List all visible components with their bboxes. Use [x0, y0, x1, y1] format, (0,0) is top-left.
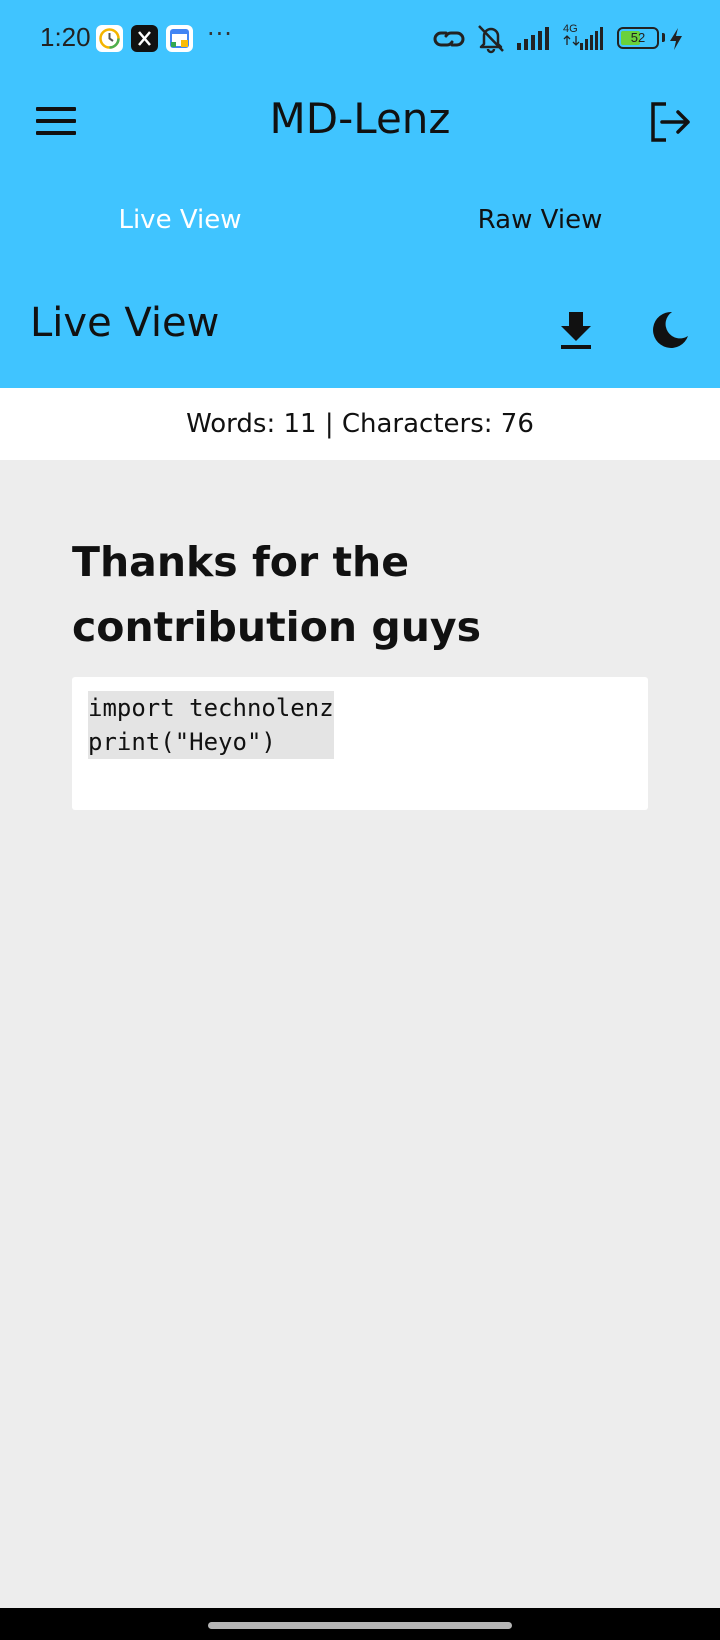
calendar-app-notification-icon — [166, 25, 193, 52]
x-app-notification-icon — [131, 25, 158, 52]
home-gesture-handle[interactable] — [208, 1622, 512, 1629]
battery-level: 52 — [630, 30, 646, 45]
markdown-heading: Thanks for the contribution guys — [72, 538, 482, 651]
signal-4g-icon: 4G — [563, 23, 603, 50]
code-line: print("Heyo") — [88, 728, 276, 756]
code-line: import technolenz — [88, 694, 334, 722]
download-icon[interactable] — [557, 310, 595, 350]
code-block: import technolenz print("Heyo") — [72, 677, 648, 810]
battery-icon: 52 — [617, 27, 665, 49]
tab-live-view[interactable]: Live View — [0, 205, 360, 235]
link-icon — [433, 31, 465, 47]
code-text: import technolenz print("Heyo") — [88, 691, 334, 759]
charging-icon — [670, 28, 682, 50]
status-time: 1:20 — [40, 22, 91, 52]
word-count-bar: Words: 11 | Characters: 76 — [0, 388, 720, 460]
section-title: Live View — [30, 300, 220, 346]
network-type-label: 4G — [563, 23, 578, 35]
signal-icon — [517, 27, 549, 50]
dark-mode-icon[interactable] — [650, 310, 690, 350]
system-navigation-bar — [0, 1608, 720, 1640]
tab-raw-view[interactable]: Raw View — [360, 205, 720, 235]
clock-app-notification-icon — [96, 25, 123, 52]
mute-icon — [478, 25, 504, 54]
status-bar: 1:20 ··· 4G 52 — [0, 0, 720, 78]
more-notifications-indicator: ··· — [207, 20, 233, 48]
app-title: MD-Lenz — [269, 94, 451, 143]
logout-icon[interactable] — [648, 100, 692, 144]
